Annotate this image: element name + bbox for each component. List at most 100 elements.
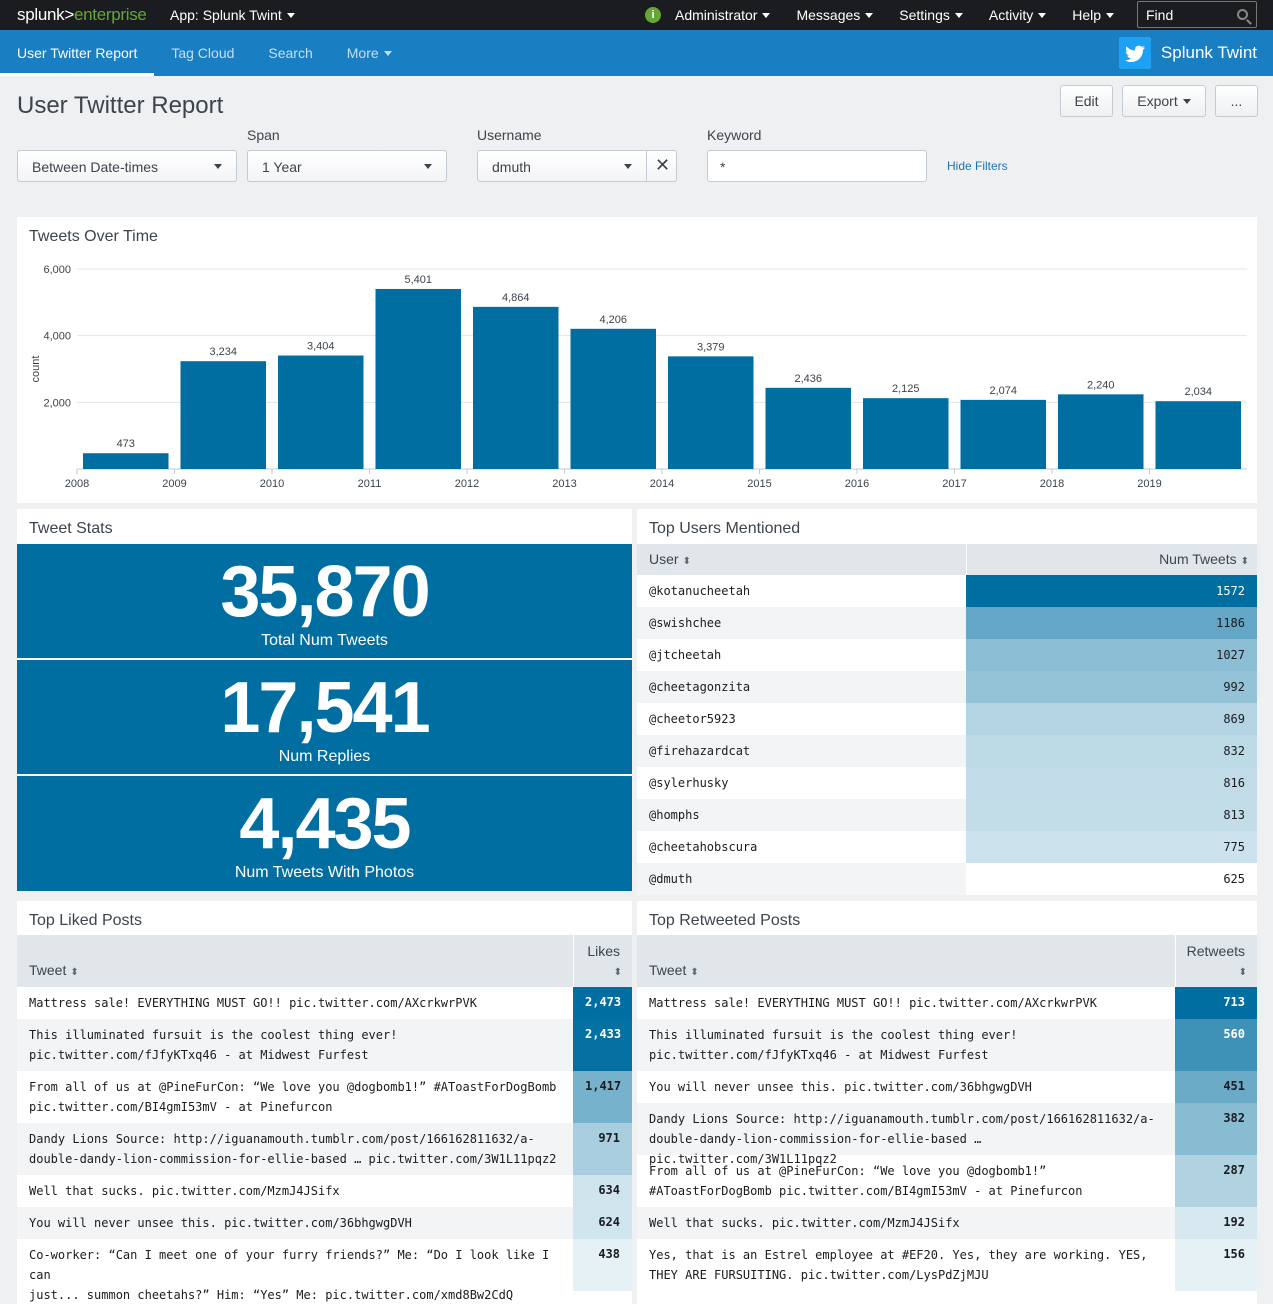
- table-row[interactable]: Mattress sale! EVERYTHING MUST GO!! pic.…: [637, 987, 1257, 1019]
- tab-user-twitter-report[interactable]: User Twitter Report: [0, 30, 155, 76]
- column-divider: [1175, 935, 1176, 987]
- keyword-label: Keyword: [707, 127, 762, 143]
- hide-filters-link[interactable]: Hide Filters: [947, 159, 1008, 173]
- data-label: 2,436: [794, 373, 822, 385]
- tweet-text: From all of us at @PineFurCon: “We love …: [649, 1164, 1047, 1178]
- count-cell: 971: [573, 1123, 632, 1175]
- table-row[interactable]: You will never unsee this. pic.twitter.c…: [17, 1207, 632, 1239]
- top-retweeted-panel: Top Retweeted Posts Tweet Retweets Mattr…: [637, 901, 1257, 1304]
- col-retweets-header[interactable]: Retweets: [1187, 943, 1245, 959]
- table-row[interactable]: Mattress sale! EVERYTHING MUST GO!! pic.…: [17, 987, 632, 1019]
- logo-suffix: enterprise: [73, 5, 147, 24]
- tweet-stats-title: Tweet Stats: [29, 520, 113, 537]
- tweet-text: This illuminated fursuit is the coolest …: [649, 1028, 1018, 1042]
- table-header: User Num Tweets: [637, 544, 1257, 575]
- tweet-text: You will never unsee this. pic.twitter.c…: [649, 1080, 1032, 1094]
- app-menu[interactable]: App: Splunk Twint: [170, 7, 295, 23]
- num-tweets-cell: 775: [966, 831, 1257, 863]
- data-label: 4,864: [502, 292, 530, 304]
- keyword-input[interactable]: *: [707, 150, 927, 182]
- col-tweet-header[interactable]: Tweet: [649, 962, 699, 978]
- col-tweet-header[interactable]: Tweet: [29, 962, 79, 978]
- user-cell: @cheetor5923: [649, 712, 736, 726]
- column-divider: [573, 935, 574, 987]
- table-header: Tweet Retweets: [637, 935, 1257, 987]
- table-row[interactable]: @cheetor5923 869: [637, 703, 1257, 735]
- col-user-header[interactable]: User: [649, 551, 691, 567]
- user-cell: @homphs: [649, 808, 700, 822]
- table-row[interactable]: From all of us at @PineFurCon: “We love …: [637, 1155, 1257, 1207]
- tweet-cell: You will never unsee this. pic.twitter.c…: [17, 1205, 573, 1239]
- table-row[interactable]: Dandy Lions Source: http://iguanamouth.t…: [17, 1123, 632, 1175]
- find-input[interactable]: Find: [1137, 1, 1257, 28]
- table-row[interactable]: This illuminated fursuit is the coolest …: [637, 1019, 1257, 1071]
- x-tick-label: 2016: [845, 478, 869, 490]
- table-row[interactable]: @dmuth 625: [637, 863, 1257, 895]
- table-row[interactable]: From all of us at @PineFurCon: “We love …: [17, 1071, 632, 1123]
- col-likes-header[interactable]: Likes: [587, 943, 620, 959]
- info-icon[interactable]: i: [645, 7, 661, 23]
- count-cell: 451: [1175, 1071, 1257, 1103]
- bar: [1155, 401, 1241, 469]
- tab-search[interactable]: Search: [251, 30, 329, 76]
- username-dropdown[interactable]: dmuth: [477, 150, 647, 182]
- table-row[interactable]: You will never unsee this. pic.twitter.c…: [637, 1071, 1257, 1103]
- table-row[interactable]: Yes, that is an Estrel employee at #EF20…: [637, 1239, 1257, 1291]
- tweet-text: Yes, that is an Estrel employee at #EF20…: [649, 1248, 1148, 1262]
- data-label: 2,125: [892, 383, 920, 395]
- table-row[interactable]: This illuminated fursuit is the coolest …: [17, 1019, 632, 1071]
- table-row[interactable]: Co-worker: “Can I meet one of your furry…: [17, 1239, 632, 1302]
- data-label: 2,034: [1184, 386, 1212, 398]
- more-actions-button[interactable]: ...: [1215, 85, 1258, 117]
- table-row[interactable]: Well that sucks. pic.twitter.com/MzmJ4JS…: [637, 1207, 1257, 1239]
- export-button[interactable]: Export: [1122, 85, 1206, 117]
- stat-label: Num Replies: [278, 748, 371, 765]
- time-range-picker[interactable]: Between Date-times: [17, 150, 237, 182]
- nav-messages[interactable]: Messages: [796, 7, 873, 23]
- edit-button[interactable]: Edit: [1060, 85, 1113, 117]
- tweet-stats-panel: Tweet Stats 35,870 Total Num Tweets 17,54…: [17, 509, 632, 891]
- span-dropdown[interactable]: 1 Year: [247, 150, 447, 182]
- bar: [570, 328, 656, 469]
- stat-value: 4,435: [239, 784, 411, 864]
- mentions-table: @kotanucheetah 1572 @swishchee 1186 @jtcheet…: [637, 575, 1257, 895]
- bar: [960, 399, 1046, 469]
- search-icon: [1237, 9, 1248, 20]
- num-tweets-cell: 832: [966, 735, 1257, 767]
- num-tweets-cell: 813: [966, 799, 1257, 831]
- y-tick-label: 4,000: [43, 331, 71, 343]
- table-row[interactable]: @firehazardcat 832: [637, 735, 1257, 767]
- nav-help[interactable]: Help: [1072, 7, 1114, 23]
- x-tick-label: 2012: [455, 478, 479, 490]
- count-cell: 2,473: [573, 987, 632, 1019]
- table-row[interactable]: @jtcheetah 1027: [637, 639, 1257, 671]
- top-users-panel: Top Users Mentioned User Num Tweets @kot…: [637, 509, 1257, 895]
- table-row[interactable]: @cheetahobscura 775: [637, 831, 1257, 863]
- table-row[interactable]: @cheetagonzita 992: [637, 671, 1257, 703]
- table-row[interactable]: @homphs 813: [637, 799, 1257, 831]
- table-row[interactable]: @swishchee 1186: [637, 607, 1257, 639]
- sort-icon[interactable]: [1235, 962, 1247, 978]
- nav-administrator[interactable]: Administrator: [675, 7, 770, 23]
- table-row[interactable]: Well that sucks. pic.twitter.com/MzmJ4JS…: [17, 1175, 632, 1207]
- table-row[interactable]: @kotanucheetah 1572: [637, 575, 1257, 607]
- nav-activity[interactable]: Activity: [989, 7, 1046, 23]
- stat-label: Total Num Tweets: [261, 632, 388, 649]
- tweet-cell: From all of us at @PineFurCon: “We love …: [637, 1153, 1175, 1207]
- user-cell: @cheetahobscura: [649, 840, 758, 854]
- tweets-over-time-panel: Tweets Over Time 6,000 4,000 2,000 count 473…: [17, 217, 1257, 503]
- table-row[interactable]: @sylerhusky 816: [637, 767, 1257, 799]
- splunk-logo[interactable]: splunk>enterprise: [0, 5, 170, 25]
- tab-tag-cloud[interactable]: Tag Cloud: [154, 30, 251, 76]
- col-num-header[interactable]: Num Tweets: [1159, 551, 1249, 567]
- clear-username-button[interactable]: ✕: [646, 150, 677, 182]
- nav-settings[interactable]: Settings: [899, 7, 963, 23]
- x-tick-label: 2019: [1137, 478, 1161, 490]
- tab-more[interactable]: More: [330, 30, 409, 76]
- table-row[interactable]: Dandy Lions Source: http://iguanamouth.t…: [637, 1103, 1257, 1166]
- sort-icon[interactable]: [610, 962, 622, 978]
- tweet-text: Mattress sale! EVERYTHING MUST GO!! pic.…: [649, 996, 1097, 1010]
- stat-value: 35,870: [220, 552, 430, 632]
- username-value: dmuth: [492, 159, 531, 175]
- user-cell: @dmuth: [649, 872, 693, 886]
